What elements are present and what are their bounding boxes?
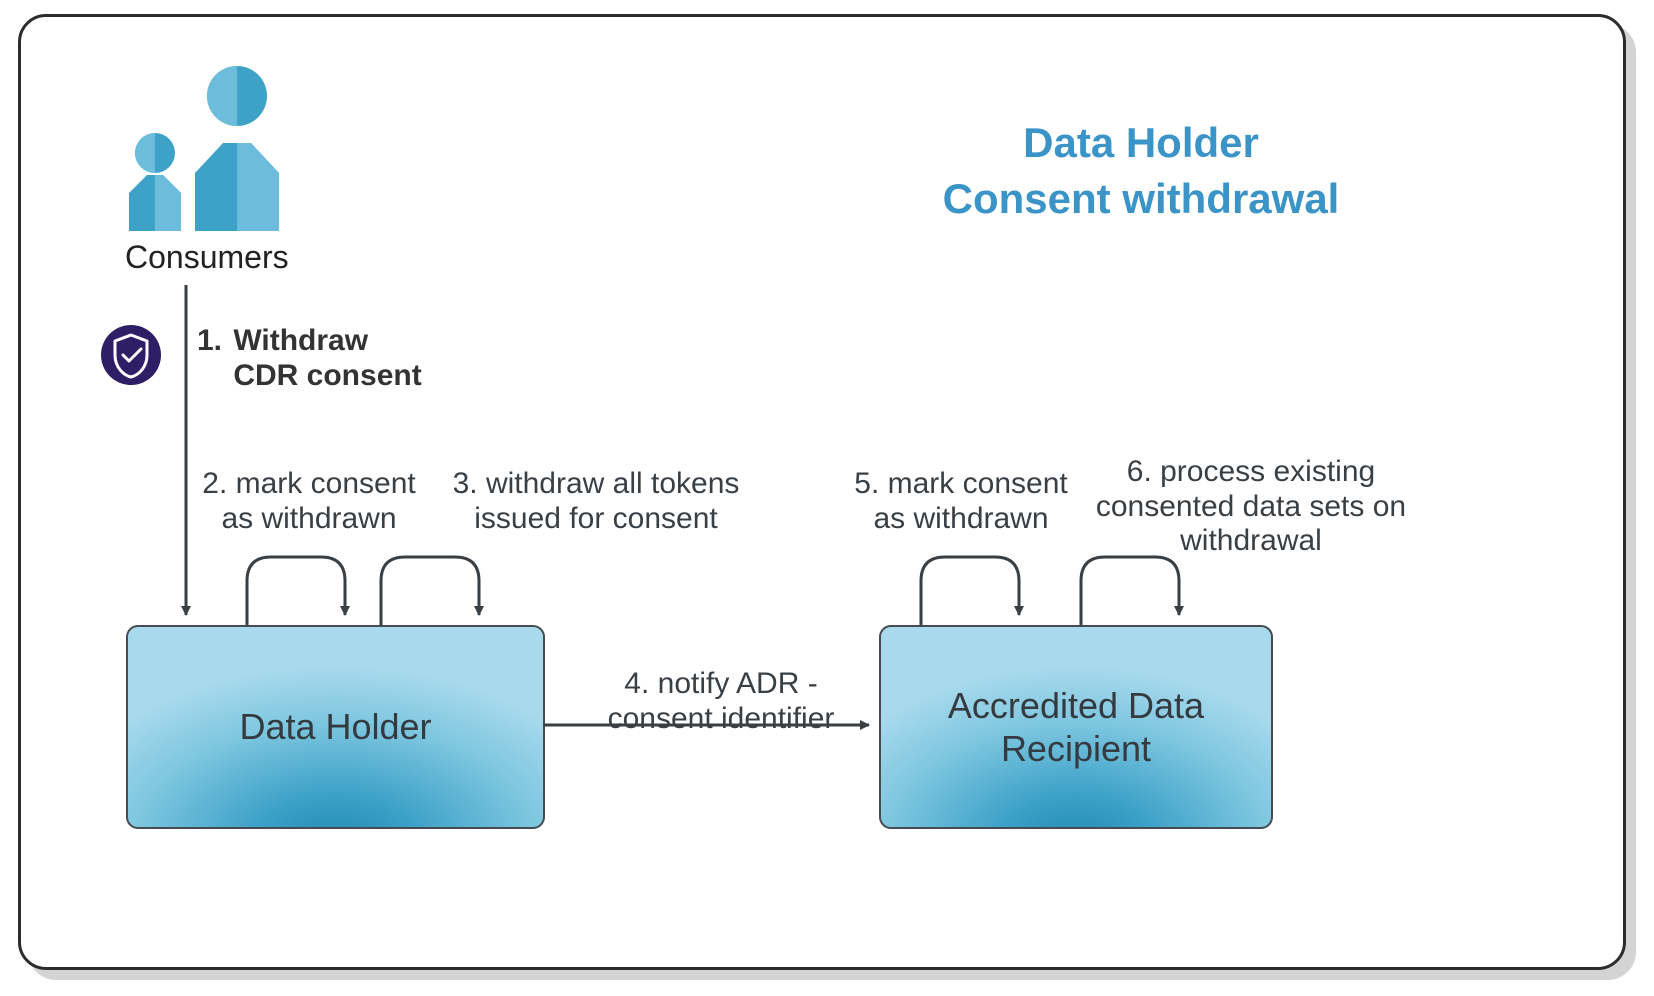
step-6-text: 6. process existing consented data sets … bbox=[1091, 455, 1411, 559]
step-1-number: 1. bbox=[197, 324, 225, 359]
step-6-line2: consented data sets on bbox=[1096, 490, 1406, 523]
data-holder-node: Data Holder bbox=[126, 625, 545, 829]
step-1-text: 1. Withdraw CDR consent bbox=[197, 324, 457, 393]
step-3-text: 3. withdraw all tokens issued for consen… bbox=[441, 467, 751, 536]
arrow-adr-loop-6 bbox=[1081, 557, 1179, 625]
step-2-line2: as withdrawn bbox=[221, 502, 396, 535]
diagram-title-line1: Data Holder bbox=[891, 119, 1391, 167]
arrow-adr-loop-5 bbox=[921, 557, 1019, 625]
step-4-line2: consent identifier bbox=[608, 702, 835, 735]
diagram-frame: Data Holder Consent withdrawal Consumers bbox=[18, 14, 1626, 970]
adr-node: Accredited Data Recipient bbox=[879, 625, 1273, 829]
consumers-label: Consumers bbox=[125, 239, 289, 276]
arrow-dh-loop-2 bbox=[247, 557, 345, 625]
data-holder-label: Data Holder bbox=[239, 705, 431, 748]
step-3-line2: issued for consent bbox=[474, 502, 717, 535]
arrow-dh-loop-3 bbox=[381, 557, 479, 625]
step-5-line2: as withdrawn bbox=[873, 502, 1048, 535]
step-6-line3: withdrawal bbox=[1180, 524, 1322, 557]
step-6-line1: 6. process existing bbox=[1127, 455, 1375, 488]
shield-check-icon bbox=[99, 323, 163, 387]
adr-label: Accredited Data Recipient bbox=[948, 684, 1204, 770]
step-2-text: 2. mark consent as withdrawn bbox=[179, 467, 439, 536]
step-4-line1: 4. notify ADR - bbox=[624, 667, 817, 700]
diagram-canvas: Data Holder Consent withdrawal Consumers bbox=[0, 0, 1654, 996]
step-1-line2: CDR consent bbox=[233, 359, 421, 392]
step-5-text: 5. mark consent as withdrawn bbox=[831, 467, 1091, 536]
consumers-icon bbox=[119, 61, 299, 231]
step-1-line1: Withdraw bbox=[233, 324, 368, 357]
step-5-line1: 5. mark consent bbox=[854, 467, 1067, 500]
step-2-line1: 2. mark consent bbox=[202, 467, 415, 500]
diagram-title-line2: Consent withdrawal bbox=[891, 175, 1391, 223]
step-4-text: 4. notify ADR - consent identifier bbox=[571, 667, 871, 736]
step-3-line1: 3. withdraw all tokens bbox=[453, 467, 740, 500]
